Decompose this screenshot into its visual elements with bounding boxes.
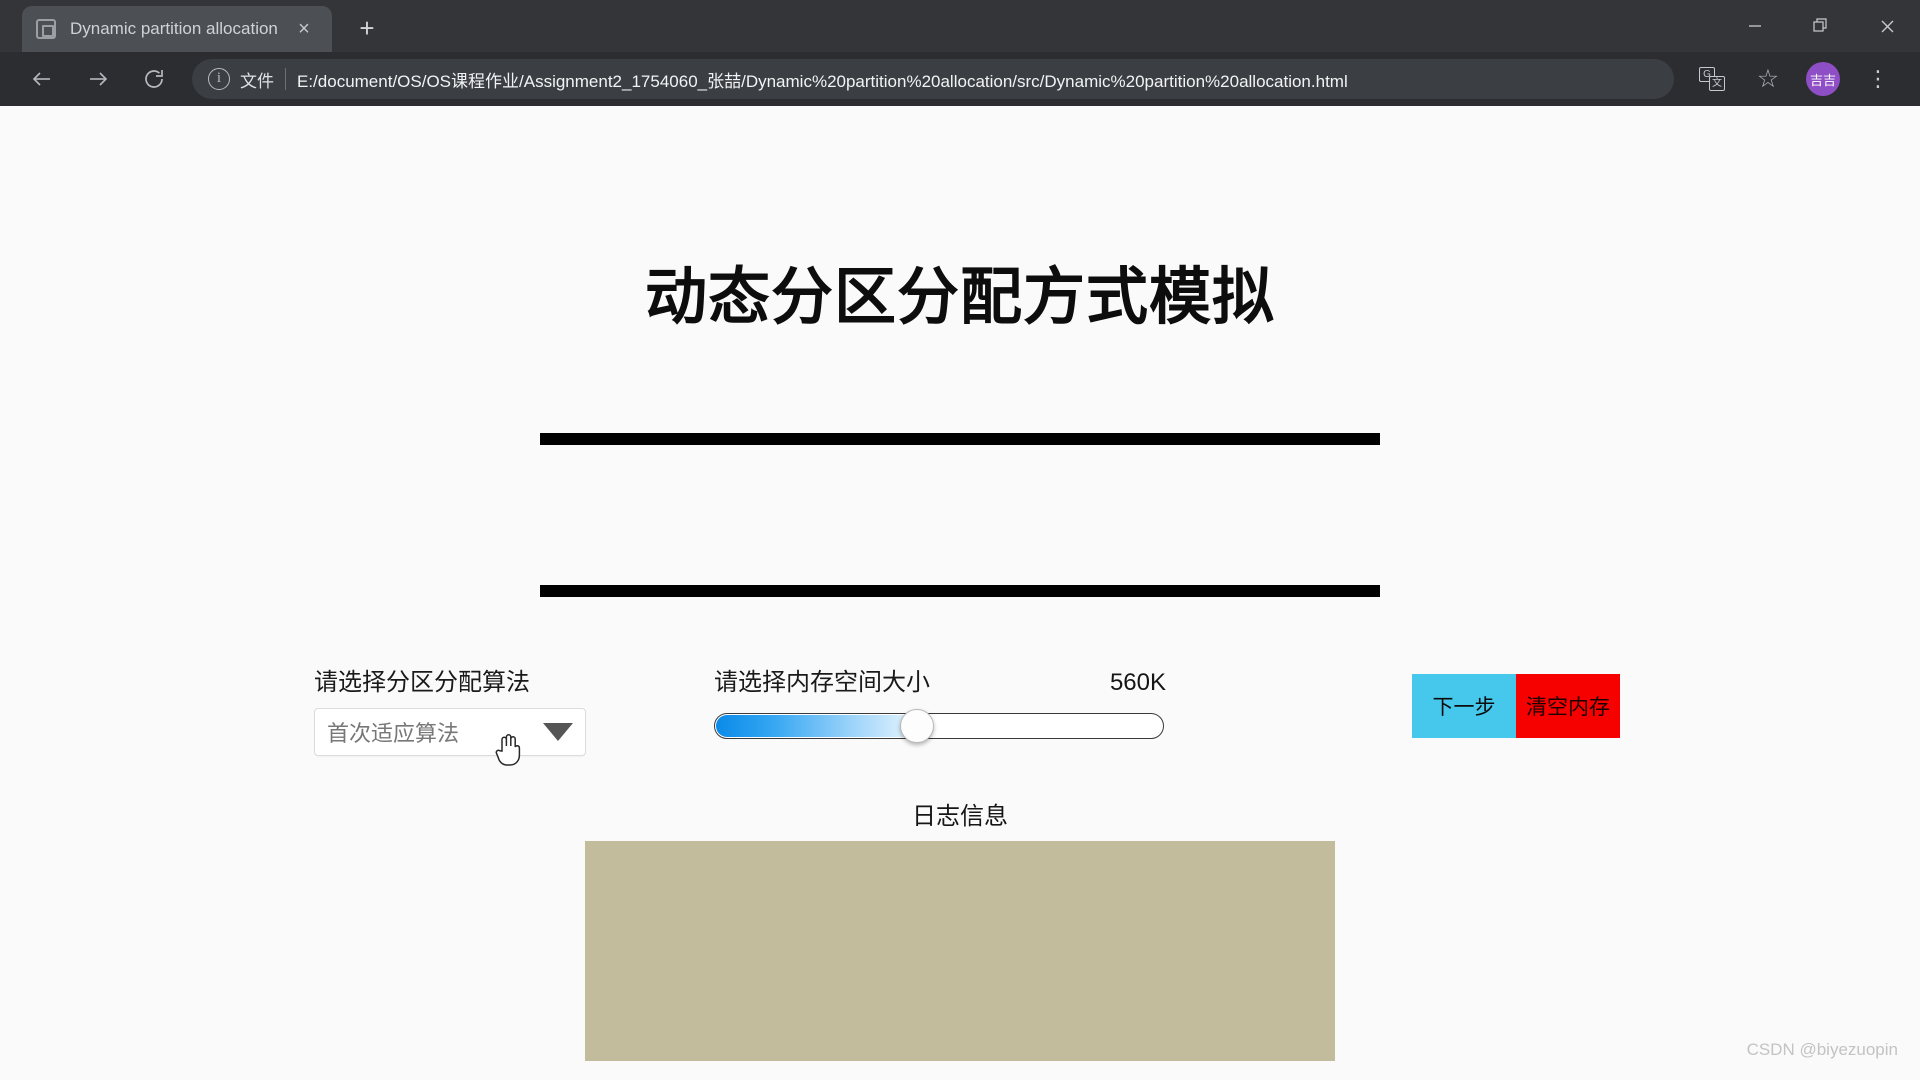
clear-memory-button[interactable]: 清空内存: [1516, 674, 1620, 738]
close-tab-icon[interactable]: ×: [290, 15, 318, 43]
url-scheme-label: 文件: [240, 67, 274, 92]
url-text[interactable]: E:/document/OS/OS课程作业/Assignment2_175406…: [297, 67, 1658, 92]
log-label: 日志信息: [0, 796, 1920, 831]
memory-bottom-boundary: [540, 585, 1380, 597]
translate-target-glyph: 文: [1709, 76, 1725, 91]
memory-size-header: 请选择内存空间大小 560K: [714, 662, 1166, 697]
omnibox-divider: [285, 68, 286, 90]
browser-navbar: i 文件 E:/document/OS/OS课程作业/Assignment2_1…: [0, 52, 1920, 106]
minimize-window-button[interactable]: [1722, 0, 1788, 52]
avatar[interactable]: 吉吉: [1806, 62, 1840, 96]
page-content: 动态分区分配方式模拟 请选择分区分配算法 首次适应算法 请选择内存空间大小: [0, 106, 1920, 1080]
chevron-down-icon: [543, 723, 573, 741]
memory-blocks-area: [540, 445, 1380, 585]
forward-icon[interactable]: [77, 58, 119, 100]
back-icon[interactable]: [21, 58, 63, 100]
next-step-button[interactable]: 下一步: [1412, 674, 1516, 738]
kebab-glyph: ⋮: [1867, 68, 1889, 90]
log-output-box[interactable]: [585, 841, 1335, 1061]
action-buttons: 下一步 清空内存: [1412, 674, 1620, 738]
algorithm-label: 请选择分区分配算法: [314, 662, 604, 697]
controls-row: 请选择分区分配算法 首次适应算法 请选择内存空间大小 560K: [0, 662, 1920, 756]
memory-size-slider[interactable]: [714, 713, 1164, 739]
browser-window: Dynamic partition allocation × +: [0, 0, 1920, 1080]
translate-icon[interactable]: G 文: [1691, 58, 1733, 100]
new-tab-button[interactable]: +: [346, 7, 388, 49]
log-section: 日志信息: [0, 796, 1920, 1061]
memory-size-value: 560K: [1110, 669, 1166, 697]
page-title: 动态分区分配方式模拟: [0, 246, 1920, 336]
page-info-icon[interactable]: i: [208, 68, 230, 90]
restore-window-button[interactable]: [1788, 0, 1854, 52]
memory-top-boundary: [540, 433, 1380, 445]
browser-menu-icon[interactable]: ⋮: [1857, 58, 1899, 100]
algorithm-selected-value: 首次适应算法: [327, 716, 537, 748]
window-controls: [1722, 0, 1920, 52]
algorithm-select[interactable]: 首次适应算法: [314, 708, 586, 756]
tab-title: Dynamic partition allocation: [70, 19, 290, 39]
page-favicon-icon: [36, 19, 56, 39]
algorithm-control: 请选择分区分配算法 首次适应算法: [314, 662, 604, 756]
star-glyph: ☆: [1757, 67, 1779, 92]
browser-tab[interactable]: Dynamic partition allocation ×: [22, 6, 332, 52]
memory-visualization: [540, 433, 1380, 597]
browser-titlebar: Dynamic partition allocation × +: [0, 0, 1920, 52]
slider-fill: [716, 715, 918, 737]
close-window-button[interactable]: [1854, 0, 1920, 52]
reload-icon[interactable]: [133, 58, 175, 100]
tab-strip: Dynamic partition allocation × +: [0, 0, 388, 52]
memory-size-control: 请选择内存空间大小 560K: [714, 662, 1166, 739]
bookmark-star-icon[interactable]: ☆: [1747, 58, 1789, 100]
watermark: CSDN @biyezuopin: [1747, 1040, 1898, 1060]
slider-thumb[interactable]: [900, 709, 934, 743]
address-bar[interactable]: i 文件 E:/document/OS/OS课程作业/Assignment2_1…: [192, 59, 1674, 99]
memory-size-label: 请选择内存空间大小: [714, 662, 930, 697]
